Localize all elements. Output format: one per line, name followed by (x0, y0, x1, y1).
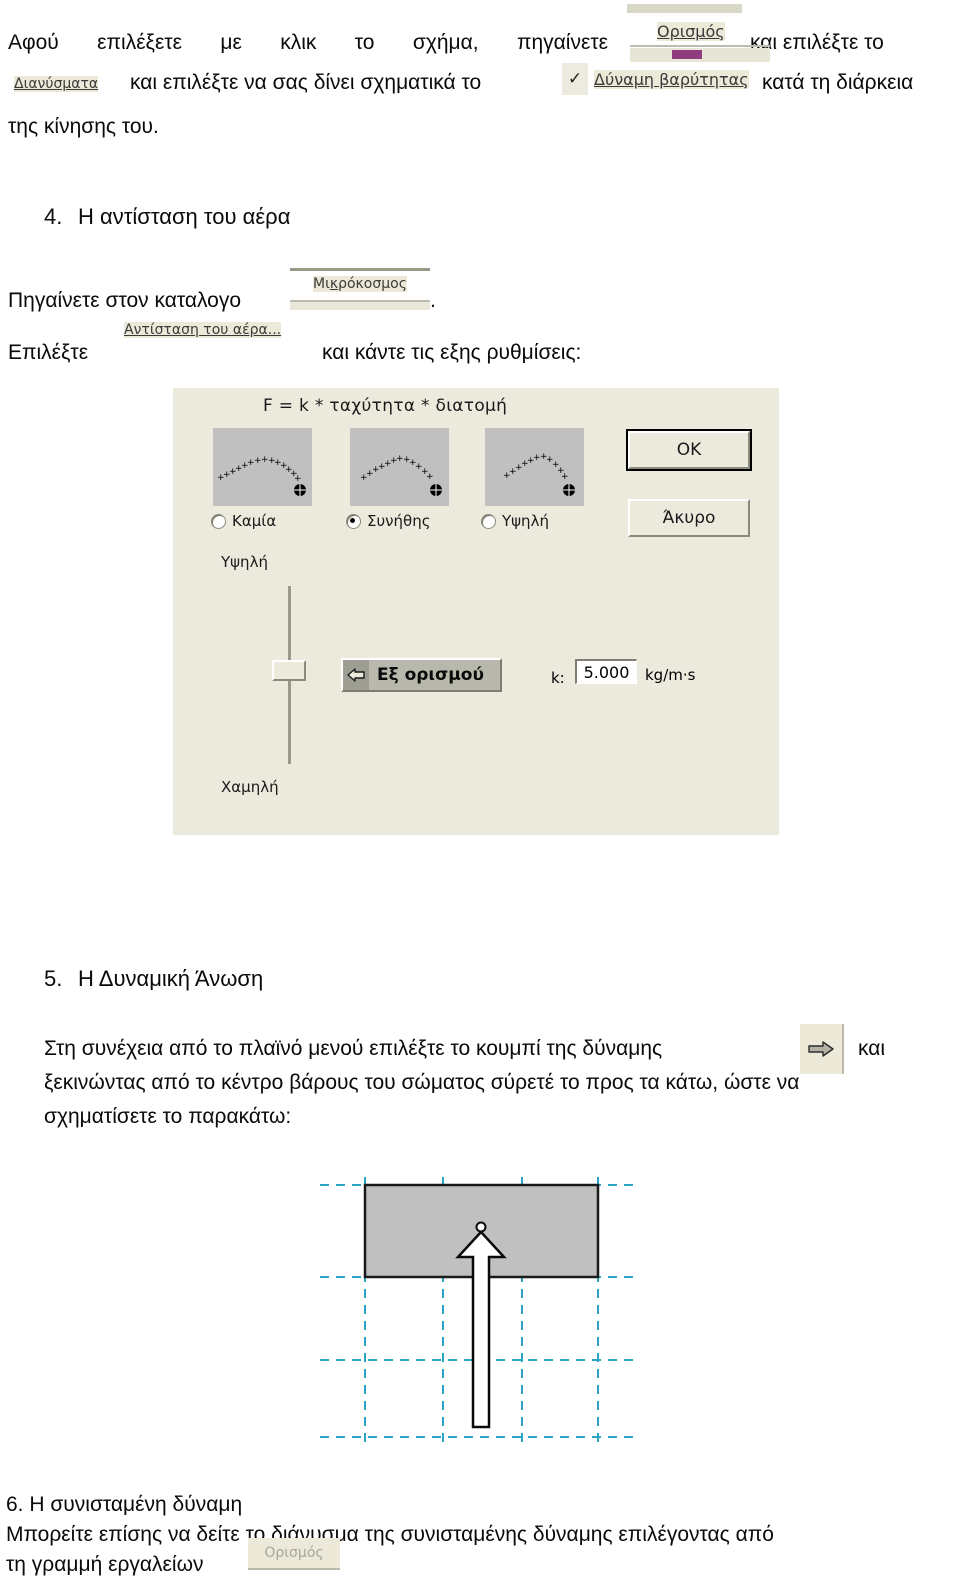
intro-line-2-tail-text: κατά τη διάρκεια (762, 71, 914, 94)
section-6-line-2: τη γραμμή εργαλείων (6, 1548, 246, 1582)
section-5-line-2-text: ξεκινώντας από το κέντρο βάρους του σώμα… (44, 1071, 800, 1094)
cancel-button[interactable]: Άκυρο (628, 499, 750, 537)
default-values-button[interactable]: Εξ ορισμού (341, 658, 502, 692)
section-6-line-1-text: Μπορείτε επίσης να δείτε το διάνυσμα της… (6, 1523, 774, 1546)
trajectory-normal-icon: + + + + + + + + + + + + (360, 454, 442, 496)
menu-microcosm-top-rule (290, 268, 430, 271)
ok-button[interactable]: OK (626, 429, 752, 471)
menu-microcosm-bottom-smear (290, 302, 430, 310)
section-4-number: 4. (44, 204, 63, 229)
menu-item-gravity-force-label: Δύναμη βαρύτητας (594, 70, 749, 89)
menu-item-microcosm[interactable]: Μικρόκοσμος (313, 276, 407, 292)
intro-line-3-text: της κίνησης του. (8, 115, 159, 138)
default-values-label: Εξ ορισμού (377, 665, 484, 685)
section-5-line-1: Στη συνέχεια από το πλαϊνό μενού επιλέξτ… (44, 1032, 794, 1066)
svg-text:+: + (561, 472, 569, 482)
menu-definition-icon-smear (672, 50, 702, 59)
section-6-line-2-text: τη γραμμή εργαλείων (6, 1553, 204, 1576)
intensity-slider-thumb[interactable] (272, 660, 306, 681)
radio-option-high[interactable]: Υψηλή (481, 512, 549, 530)
section-6-line-1: Μπορείτε επίσης να δείτε το διάνυσμα της… (6, 1518, 956, 1552)
k-units-label: kg/m·s (645, 666, 696, 684)
center-of-gravity-marker (475, 1221, 487, 1233)
radio-high-indicator (481, 514, 496, 529)
section-5-line-1-tail-text: και (858, 1037, 886, 1060)
intro-line-1-tail: και επιλέξτε το (750, 26, 960, 60)
radio-option-normal[interactable]: Συνήθης (346, 512, 431, 530)
section-5-number: 5. (44, 966, 63, 991)
section-4-line-1: Πηγαίνετε στον καταλογο (8, 284, 308, 318)
section-5-line-3: σχηματίσετε το παρακάτω: (44, 1100, 544, 1134)
checkmark-glyph: ✓ (567, 69, 583, 88)
left-arrow-icon (343, 660, 369, 690)
left-arrow-glyph (347, 668, 365, 682)
section-4-line-1-tail: . (430, 284, 460, 318)
air-resistance-dialog: F = k * ταχύτητα * διατομή + + + + + + +… (173, 388, 779, 835)
section-4-heading: 4. Η αντίσταση του αέρα (44, 204, 290, 230)
radio-normal-indicator (346, 514, 361, 529)
radio-none-indicator (211, 514, 226, 529)
buoyancy-figure (300, 1165, 660, 1465)
k-value-text: 5.000 (583, 662, 630, 682)
section-5-line-3-text: σχηματίσετε το παρακάτω: (44, 1105, 292, 1128)
intro-line-2-mid-text: και επιλέξτε να σας δίνει σχηματικά το (130, 71, 482, 94)
ok-button-label: OK (676, 440, 702, 460)
section-4-line-1-tail-text: . (430, 289, 436, 312)
section-6-heading: 6. Η συνισταμένη δύναμη (6, 1488, 406, 1522)
section-5-line-1-text: Στη συνέχεια από το πλαϊνό μενού επιλέξτ… (44, 1037, 663, 1060)
k-field-label: k: (551, 669, 565, 687)
intro-line-1-tail-text: και επιλέξτε το (750, 31, 884, 54)
intro-line-2-mid: και επιλέξτε να σας δίνει σχηματικά το (130, 66, 550, 100)
trajectory-high-icon: + + + + + + + + + + + (503, 452, 575, 496)
slider-high-label: Υψηλή (221, 553, 268, 571)
svg-text:+: + (426, 472, 434, 482)
preview-normal[interactable]: + + + + + + + + + + + + (350, 428, 449, 506)
intro-line-2-tail: κατά τη διάρκεια (762, 66, 960, 100)
menu-item-air-resistance[interactable]: Αντίσταση του αέρα... (124, 322, 282, 338)
trajectory-none-icon: + + + + + + + + + + + + + + (217, 455, 306, 496)
menu-definition-rule (630, 45, 770, 47)
section-4-line-2-lead: Επιλέξτε (8, 336, 148, 370)
k-value-input[interactable]: 5.000 (575, 659, 637, 684)
svg-text:+: + (294, 474, 302, 484)
radio-normal-label: Συνήθης (367, 512, 431, 530)
section-5-line-2: ξεκινώντας από το κέντρο βάρους του σώμα… (44, 1066, 954, 1100)
section-4-line-1-text: Πηγαίνετε στον καταλογο (8, 289, 242, 312)
section-5-title: Η Δυναμική Άνωση (78, 966, 264, 991)
section-4-line-2-tail: και κάντε τις εξης ρυθμίσεις: (322, 336, 682, 370)
slider-low-label: Χαμηλή (221, 778, 279, 796)
gravity-force-checkmark-icon: ✓ (562, 63, 588, 95)
intro-line-3: της κίνησης του. (8, 110, 408, 144)
intro-line-1: Αφού επιλέξετε με κλικ το σχήμα, πηγαίνε… (8, 26, 608, 60)
radio-option-none[interactable]: Καμία (211, 512, 276, 530)
toolbar-definition-label: Ορισμός (264, 1545, 324, 1561)
right-arrow-icon (808, 1041, 834, 1057)
menu-definition-top-smear (627, 4, 742, 13)
cancel-button-label: Άκυρο (662, 508, 716, 528)
menu-item-vectors-label: Διανύσματα (14, 76, 99, 92)
menu-item-definition[interactable]: Ορισμός (657, 22, 725, 41)
preview-none[interactable]: + + + + + + + + + + + + + + (213, 428, 312, 506)
toolbar-definition-button[interactable]: Ορισμός (248, 1538, 340, 1570)
menu-item-definition-label: Ορισμός (657, 22, 725, 41)
preview-high[interactable]: + + + + + + + + + + + (485, 428, 584, 506)
document-page: Αφού επιλέξετε με κλικ το σχήμα, πηγαίνε… (0, 0, 960, 1588)
section-4-title: Η αντίσταση του αέρα (78, 204, 291, 229)
menu-item-air-resistance-label: Αντίσταση του αέρα... (124, 322, 282, 338)
radio-high-label: Υψηλή (502, 512, 549, 530)
section-5-line-1-tail: και (858, 1032, 958, 1066)
buoyancy-diagram (320, 1177, 640, 1447)
menu-item-microcosm-accel: κ (329, 276, 339, 292)
menu-item-gravity-force[interactable]: Δύναμη βαρύτητας (594, 70, 749, 89)
section-6-heading-text: 6. Η συνισταμένη δύναμη (6, 1493, 243, 1516)
section-4-line-2-tail-text: και κάντε τις εξης ρυθμίσεις: (322, 341, 582, 364)
radio-none-label: Καμία (232, 512, 277, 530)
section-4-line-2-lead-text: Επιλέξτε (8, 341, 89, 364)
section-5-heading: 5. Η Δυναμική Άνωση (44, 966, 263, 992)
intro-line-1-text: Αφού επιλέξετε με κλικ το σχήμα, πηγαίνε… (8, 31, 608, 54)
menu-item-vectors[interactable]: Διανύσματα (14, 76, 99, 92)
dialog-formula-label: F = k * ταχύτητα * διατομή (263, 396, 508, 416)
